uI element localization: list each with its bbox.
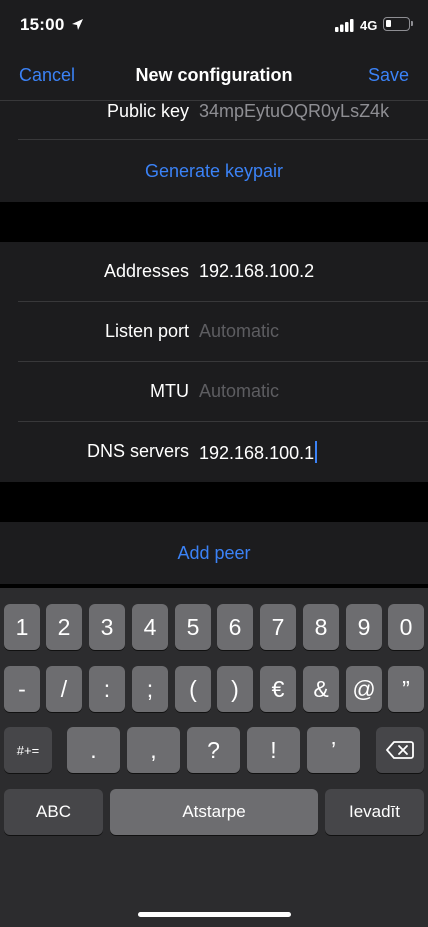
- return-key[interactable]: Ievadīt: [325, 789, 424, 835]
- key-8[interactable]: 8: [303, 604, 339, 650]
- dns-servers-label: DNS servers: [86, 441, 189, 461]
- key-at[interactable]: @: [346, 666, 382, 712]
- key-2[interactable]: 2: [46, 604, 82, 650]
- location-arrow-icon: [72, 19, 83, 30]
- addresses-row[interactable]: Addresses 192.168.100.2: [0, 242, 428, 302]
- status-bar: 15:00 4G: [0, 0, 428, 50]
- screen: 15:00 4G Cancel New configuration Save P…: [0, 0, 428, 927]
- page-title: New configuration: [135, 65, 293, 85]
- key-9[interactable]: 9: [346, 604, 382, 650]
- add-peer-button[interactable]: Add peer: [0, 543, 428, 564]
- key-question[interactable]: ?: [187, 727, 240, 773]
- home-indicator[interactable]: [138, 912, 291, 917]
- key-0[interactable]: 0: [388, 604, 424, 650]
- generate-keypair-button[interactable]: Generate keypair: [0, 161, 428, 182]
- key-5[interactable]: 5: [175, 604, 211, 650]
- listen-port-field[interactable]: Automatic: [199, 321, 428, 342]
- public-key-value: 34mpEytuOQR0yLsZ4k: [199, 101, 390, 121]
- mtu-field[interactable]: Automatic: [199, 381, 428, 402]
- key-slash[interactable]: /: [46, 666, 82, 712]
- key-7[interactable]: 7: [260, 604, 296, 650]
- network-type: 4G: [360, 18, 378, 33]
- navigation-bar: Cancel New configuration Save: [0, 50, 428, 101]
- key-1[interactable]: 1: [4, 604, 40, 650]
- key-ampersand[interactable]: &: [303, 666, 339, 712]
- network-section: Addresses 192.168.100.2 Listen port Auto…: [0, 242, 428, 482]
- cellular-signal-icon: [335, 19, 354, 32]
- keyboard: 1 2 3 4 5 6 7 8 9 0 - / : ; ( ) € & @ ” …: [0, 588, 428, 927]
- key-3[interactable]: 3: [89, 604, 125, 650]
- key-quote[interactable]: ”: [388, 666, 424, 712]
- key-semicolon[interactable]: ;: [132, 666, 168, 712]
- dns-servers-row[interactable]: DNS servers 192.168.100.1: [0, 422, 428, 482]
- key-exclamation[interactable]: !: [247, 727, 300, 773]
- listen-port-label: Listen port: [104, 321, 189, 341]
- key-euro[interactable]: €: [260, 666, 296, 712]
- public-key-row: Public key 34mpEytuOQR0yLsZ4k: [0, 101, 428, 140]
- space-key[interactable]: Atstarpe: [110, 789, 318, 835]
- generate-keypair-row[interactable]: Generate keypair: [0, 140, 428, 202]
- add-peer-row[interactable]: Add peer: [0, 522, 428, 584]
- backspace-icon: [386, 741, 414, 759]
- addresses-field[interactable]: 192.168.100.2: [199, 261, 428, 282]
- battery-icon: [383, 17, 413, 31]
- text-caret: [315, 441, 318, 463]
- dns-servers-value: 192.168.100.1: [199, 443, 315, 463]
- key-open-paren[interactable]: (: [175, 666, 211, 712]
- listen-port-row[interactable]: Listen port Automatic: [0, 302, 428, 362]
- key-period[interactable]: .: [67, 727, 120, 773]
- peer-section: Add peer: [0, 522, 428, 584]
- status-time: 15:00: [20, 15, 65, 34]
- key-hyphen[interactable]: -: [4, 666, 40, 712]
- mtu-row[interactable]: MTU Automatic: [0, 362, 428, 422]
- key-6[interactable]: 6: [217, 604, 253, 650]
- key-apostrophe[interactable]: ’: [307, 727, 360, 773]
- key-comma[interactable]: ,: [127, 727, 180, 773]
- key-more-symbols[interactable]: #+=: [4, 727, 52, 773]
- save-button[interactable]: Save: [368, 65, 409, 86]
- addresses-label: Addresses: [103, 261, 189, 281]
- key-4[interactable]: 4: [132, 604, 168, 650]
- dns-servers-field[interactable]: 192.168.100.1: [199, 441, 428, 464]
- key-colon[interactable]: :: [89, 666, 125, 712]
- public-key-label: Public key: [106, 101, 189, 121]
- key-close-paren[interactable]: ): [217, 666, 253, 712]
- interface-section: Public key 34mpEytuOQR0yLsZ4k Generate k…: [0, 101, 428, 202]
- mtu-label: MTU: [150, 381, 189, 401]
- backspace-key[interactable]: [376, 727, 424, 773]
- key-abc[interactable]: ABC: [4, 789, 103, 835]
